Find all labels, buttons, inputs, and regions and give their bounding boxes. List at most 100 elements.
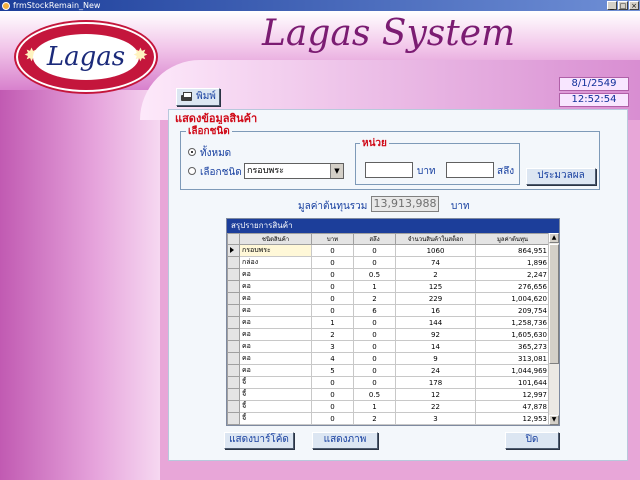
row-selector[interactable] (227, 352, 240, 365)
cell-cost-value: 381,073 (475, 424, 550, 425)
cell-saleung: 0 (353, 340, 396, 353)
row-selector[interactable] (227, 388, 240, 401)
cell-product-type: กรอบพระ (239, 244, 312, 257)
cell-saleung: 0 (353, 376, 396, 389)
cell-stock-qty: 3 (395, 412, 476, 425)
cell-baht: 0 (311, 256, 354, 269)
cell-saleung: 0 (353, 364, 396, 377)
cell-baht: 1 (311, 316, 354, 329)
cell-product-type: กล่อง (239, 256, 312, 269)
row-selector[interactable] (227, 376, 240, 389)
column-header[interactable]: มูลค่าต้นทุน (475, 233, 550, 245)
scroll-down-icon[interactable]: ▼ (549, 415, 559, 425)
cell-cost-value: 47,878 (475, 400, 550, 413)
row-selector[interactable] (227, 280, 240, 293)
cell-stock-qty: 1060 (395, 244, 476, 257)
table-row[interactable]: จี้ 0 0 178 101,644 (227, 376, 550, 389)
cell-stock-qty: 229 (395, 292, 476, 305)
cell-product-type: คอ (239, 316, 312, 329)
table-row[interactable]: คอ 1 0 144 1,258,736 (227, 316, 550, 329)
radio-all[interactable] (188, 148, 196, 156)
total-cost-unit: บาท (451, 201, 470, 212)
table-row[interactable]: กรอบพระ 0 0 1060 864,951 (227, 244, 550, 257)
radio-by-type[interactable] (188, 167, 196, 175)
cell-product-type: คอ (239, 340, 312, 353)
table-row[interactable]: คอ 0 1 125 276,656 (227, 280, 550, 293)
cell-cost-value: 1,605,630 (475, 328, 550, 341)
table-row[interactable]: คอ 5 0 24 1,044,969 (227, 364, 550, 377)
column-header[interactable]: สลึง (353, 233, 396, 245)
cell-stock-qty: 144 (395, 316, 476, 329)
scroll-thumb[interactable] (549, 244, 559, 364)
column-header[interactable]: จำนวนสินค้าในสต็อก (395, 233, 476, 245)
show-barcode-button[interactable]: แสดงบาร์โค้ด (224, 432, 294, 449)
table-header-row: ชนิดสินค้า บาท สลึง จำนวนสินค้าในสต็อก ม… (227, 233, 550, 245)
process-button[interactable]: ประมวลผล (526, 168, 596, 185)
chevron-down-icon[interactable]: ▼ (330, 164, 343, 178)
row-selector[interactable] (227, 244, 240, 257)
table-row[interactable]: คอ 4 0 9 313,081 (227, 352, 550, 365)
cell-product-type: จี้ (239, 376, 312, 389)
table-row[interactable]: จี้ 0 0.5 12 12,997 (227, 388, 550, 401)
cell-baht: 3 (311, 340, 354, 353)
table-row[interactable]: คอ 0 2 229 1,004,620 (227, 292, 550, 305)
cell-cost-value: 1,896 (475, 256, 550, 269)
star-icon: ✸ (132, 45, 148, 66)
row-selector[interactable] (227, 292, 240, 305)
table-row[interactable]: คอ 3 0 14 365,273 (227, 340, 550, 353)
cell-baht: 4 (311, 352, 354, 365)
total-cost-label: มูลค่าต้นทุนรวม (298, 201, 368, 212)
cell-stock-qty: 178 (395, 376, 476, 389)
column-header[interactable]: บาท (311, 233, 354, 245)
type-filter-group-title: เลือกชนิด (186, 124, 232, 139)
radio-by-type-label[interactable]: เลือกชนิด (200, 165, 242, 180)
stock-summary-grid[interactable]: สรุปรายการสินค้า ชนิดสินค้า บาท สลึง จำน… (226, 218, 560, 426)
cell-saleung: 0 (353, 244, 396, 257)
row-selector[interactable] (227, 412, 240, 425)
radio-all-label[interactable]: ทั้งหมด (200, 146, 231, 161)
baht-input[interactable] (365, 162, 413, 178)
cell-saleung: 0 (353, 328, 396, 341)
type-select-value: กรอบพระ (247, 166, 285, 176)
row-selector[interactable] (227, 364, 240, 377)
cell-cost-value: 101,644 (475, 376, 550, 389)
table-row[interactable]: คอ 0 0.5 2 2,247 (227, 268, 550, 281)
table-row[interactable]: คอ 0 6 16 209,754 (227, 304, 550, 317)
table-row[interactable]: จี้ 0 2 3 12,953 (227, 412, 550, 425)
cell-stock-qty: 638 (395, 424, 476, 425)
table-row[interactable]: คอ 2 0 92 1,605,630 (227, 328, 550, 341)
column-header[interactable]: ชนิดสินค้า (239, 233, 312, 245)
cell-stock-qty: 14 (395, 340, 476, 353)
table-row[interactable]: จี้ 0 1 22 47,878 (227, 400, 550, 413)
close-window-button[interactable]: × (629, 1, 639, 10)
cell-product-type: คอ (239, 364, 312, 377)
current-row-icon (230, 246, 234, 253)
row-selector[interactable] (227, 304, 240, 317)
row-selector[interactable] (227, 328, 240, 341)
row-selector[interactable] (227, 268, 240, 281)
cell-baht: 0 (311, 292, 354, 305)
cell-product-type: ต่างหู (239, 424, 312, 425)
table-row[interactable]: กล่อง 0 0 74 1,896 (227, 256, 550, 269)
cell-saleung: 0.5 (353, 388, 396, 401)
row-selector[interactable] (227, 316, 240, 329)
scroll-up-icon[interactable]: ▲ (549, 233, 559, 243)
saleung-input[interactable] (446, 162, 494, 178)
window-titlebar: frmStockRemain_New _ □ × (0, 0, 640, 11)
show-image-button[interactable]: แสดงภาพ (312, 432, 378, 449)
grid-scrollbar[interactable]: ▲ ▼ (548, 233, 559, 425)
row-selector[interactable] (227, 400, 240, 413)
row-selector[interactable] (227, 424, 240, 425)
close-button[interactable]: ปิด (505, 432, 559, 449)
cell-saleung: 0 (353, 316, 396, 329)
minimize-button[interactable]: _ (607, 1, 617, 10)
cell-cost-value: 864,951 (475, 244, 550, 257)
row-selector[interactable] (227, 340, 240, 353)
row-selector[interactable] (227, 256, 240, 269)
cell-cost-value: 1,044,969 (475, 364, 550, 377)
table-row[interactable]: ต่างหู00638381,073 (227, 424, 550, 425)
type-select[interactable]: กรอบพระ ▼ (244, 163, 344, 179)
cell-stock-qty: 24 (395, 364, 476, 377)
maximize-button[interactable]: □ (618, 1, 628, 10)
print-button[interactable]: พิมพ์ (176, 88, 220, 106)
